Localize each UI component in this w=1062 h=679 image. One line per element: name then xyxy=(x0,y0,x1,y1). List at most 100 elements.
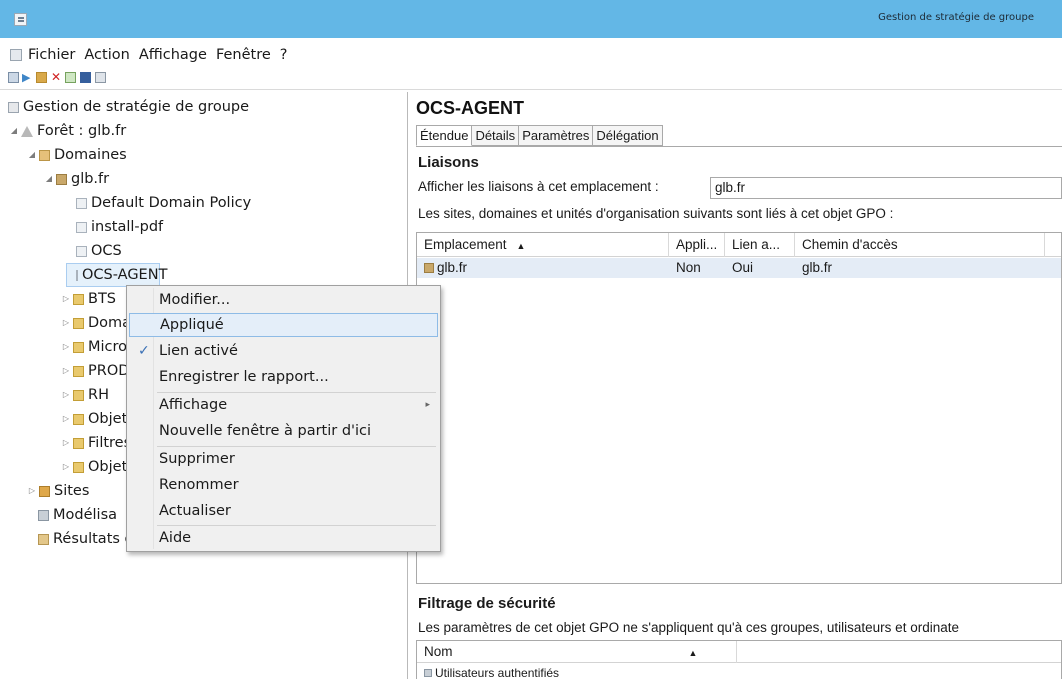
starter-gpo-icon xyxy=(73,461,84,473)
menu-fichier[interactable]: Fichier xyxy=(28,47,75,63)
tree-item-default-domain-policy[interactable]: Default Domain Policy xyxy=(76,191,251,215)
expand-arrow-icon[interactable]: ▷ xyxy=(62,287,70,311)
menu-item-renommer[interactable]: Renommer xyxy=(129,473,438,497)
system-menu-icon[interactable] xyxy=(10,49,22,61)
collapse-arrow-icon[interactable]: ◢ xyxy=(45,167,53,191)
collapse-arrow-icon[interactable]: ◢ xyxy=(10,119,18,143)
window-title: Gestion de stratégie de groupe xyxy=(878,12,1034,23)
menu-item-aide[interactable]: Aide xyxy=(129,526,438,550)
menu-item-lien-active[interactable]: ✓ Lien activé xyxy=(129,339,438,363)
tree-forest[interactable]: ◢ Forêt : glb.fr xyxy=(10,119,126,143)
cell-location: glb.fr xyxy=(437,260,468,275)
tree-item-ocs[interactable]: OCS xyxy=(76,239,122,263)
tree-item-bts[interactable]: ▷ BTS xyxy=(62,287,116,311)
tree-modeling[interactable]: Modélisa xyxy=(38,503,117,527)
expand-arrow-icon[interactable]: ▷ xyxy=(62,359,70,383)
tree-item-prod[interactable]: ▷ PROD xyxy=(62,359,129,383)
show-links-select[interactable]: glb.fr xyxy=(710,177,1062,199)
tab-delegation[interactable]: Délégation xyxy=(593,125,663,146)
tree-sites[interactable]: ▷ Sites xyxy=(28,479,89,503)
sites-icon xyxy=(39,485,50,497)
expand-arrow-icon[interactable]: ▷ xyxy=(28,479,36,503)
tree-item-label: Micro xyxy=(88,339,128,355)
gpo-link-icon xyxy=(76,269,78,281)
tree-item-objets-starter[interactable]: ▷ Objet xyxy=(62,455,127,479)
tree-modeling-label: Modélisa xyxy=(53,507,118,523)
show-links-label: Afficher les liaisons à cet emplacement … xyxy=(418,179,659,194)
tree-forest-label: Forêt : glb.fr xyxy=(37,123,127,139)
cell-path: glb.fr xyxy=(802,260,833,275)
expand-arrow-icon[interactable]: ▷ xyxy=(62,407,70,431)
tree-item-objets-gpo[interactable]: ▷ Objet xyxy=(62,407,127,431)
menu-item-enregistrer-rapport[interactable]: Enregistrer le rapport... xyxy=(129,365,438,389)
menu-item-actualiser[interactable]: Actualiser xyxy=(129,499,438,523)
links-title: Liaisons xyxy=(418,154,479,171)
menu-item-applique[interactable]: Appliqué xyxy=(129,313,438,337)
tab-strip: Étendue Détails Paramètres Délégation xyxy=(416,125,663,146)
modeling-icon xyxy=(38,509,49,521)
ou-icon xyxy=(73,389,84,401)
tree-item-label: Default Domain Policy xyxy=(91,195,252,211)
menu-help[interactable]: ? xyxy=(280,47,288,63)
submenu-arrow-icon: ▸ xyxy=(425,400,430,410)
expand-arrow-icon[interactable]: ▷ xyxy=(62,431,70,455)
tree-item-label: OCS xyxy=(91,243,122,259)
column-applique[interactable]: Appli... xyxy=(669,233,725,257)
tree-item-micro[interactable]: ▷ Micro xyxy=(62,335,127,359)
tree-domains[interactable]: ◢ Domaines xyxy=(28,143,127,167)
expand-arrow-icon[interactable]: ▷ xyxy=(62,311,70,335)
column-chemin[interactable]: Chemin d'accès xyxy=(795,233,1045,257)
sort-asc-icon: ▲ xyxy=(688,648,698,658)
column-lien-active[interactable]: Lien a... xyxy=(725,233,795,257)
menu-item-modifier[interactable]: Modifier... xyxy=(129,288,438,312)
menu-action[interactable]: Action xyxy=(84,47,129,63)
expand-arrow-icon[interactable]: ▷ xyxy=(62,383,70,407)
menu-item-nouvelle-fenetre[interactable]: Nouvelle fenêtre à partir d'ici xyxy=(129,419,438,443)
help-icon[interactable] xyxy=(80,71,91,83)
table-row[interactable]: Utilisateurs authentifiés xyxy=(417,665,1061,679)
cell-link-enabled: Oui xyxy=(732,260,754,275)
menu-bar: Fichier Action Affichage Fenêtre ? xyxy=(0,46,1062,68)
expand-arrow-icon[interactable]: ▷ xyxy=(62,455,70,479)
ou-icon xyxy=(73,317,84,329)
security-table: Nom ▲ Utilisateurs authentifiés xyxy=(416,640,1062,679)
column-emplacement[interactable]: Emplacement ▲ xyxy=(417,233,669,257)
tree-item-ocs-agent[interactable]: OCS-AGENT xyxy=(66,263,167,287)
tree-item-install-pdf[interactable]: install-pdf xyxy=(76,215,163,239)
tree-domain-glb[interactable]: ◢ glb.fr xyxy=(45,167,109,191)
gpmc-icon xyxy=(8,101,19,113)
menu-item-supprimer[interactable]: Supprimer xyxy=(129,447,438,471)
tree-root[interactable]: Gestion de stratégie de groupe xyxy=(8,95,249,119)
tab-details[interactable]: Détails xyxy=(472,125,520,146)
forward-arrow-icon[interactable]: ▶ xyxy=(22,72,32,83)
show-hide-tree-icon[interactable] xyxy=(8,71,19,83)
app-icon xyxy=(14,13,27,26)
sort-asc-icon: ▲ xyxy=(516,241,526,251)
tab-etendue[interactable]: Étendue xyxy=(416,125,473,146)
menu-affichage[interactable]: Affichage xyxy=(139,47,207,63)
title-bar: Gestion de stratégie de groupe xyxy=(0,0,1062,38)
cell-applied: Non xyxy=(676,260,701,275)
up-folder-icon[interactable] xyxy=(36,71,47,83)
column-nom[interactable]: Nom ▲ xyxy=(417,641,737,663)
tree-item-label: Objet xyxy=(88,411,128,427)
menu-fenetre[interactable]: Fenêtre xyxy=(216,47,271,63)
expand-arrow-icon[interactable]: ▷ xyxy=(62,335,70,359)
tab-parametres[interactable]: Paramètres xyxy=(519,125,594,146)
tree-item-label: Doma xyxy=(88,315,132,331)
forest-icon xyxy=(21,125,33,137)
tree-item-label: PROD xyxy=(88,363,130,379)
collapse-arrow-icon[interactable]: ◢ xyxy=(28,143,36,167)
gpo-link-icon xyxy=(76,245,87,257)
tree-item-doma[interactable]: ▷ Doma xyxy=(62,311,131,335)
tree-item-filtres[interactable]: ▷ Filtres xyxy=(62,431,131,455)
refresh-icon[interactable] xyxy=(65,71,76,83)
tree-domain-label: glb.fr xyxy=(71,171,110,187)
tree-item-rh[interactable]: ▷ RH xyxy=(62,383,109,407)
table-row[interactable]: glb.fr Non Oui glb.fr xyxy=(417,258,1061,278)
tree-root-label: Gestion de stratégie de groupe xyxy=(23,99,250,115)
menu-item-label: Affichage xyxy=(159,397,228,413)
properties-icon[interactable] xyxy=(95,71,106,83)
delete-icon[interactable]: ✕ xyxy=(51,71,61,83)
menu-item-affichage[interactable]: Affichage ▸ xyxy=(129,393,438,417)
